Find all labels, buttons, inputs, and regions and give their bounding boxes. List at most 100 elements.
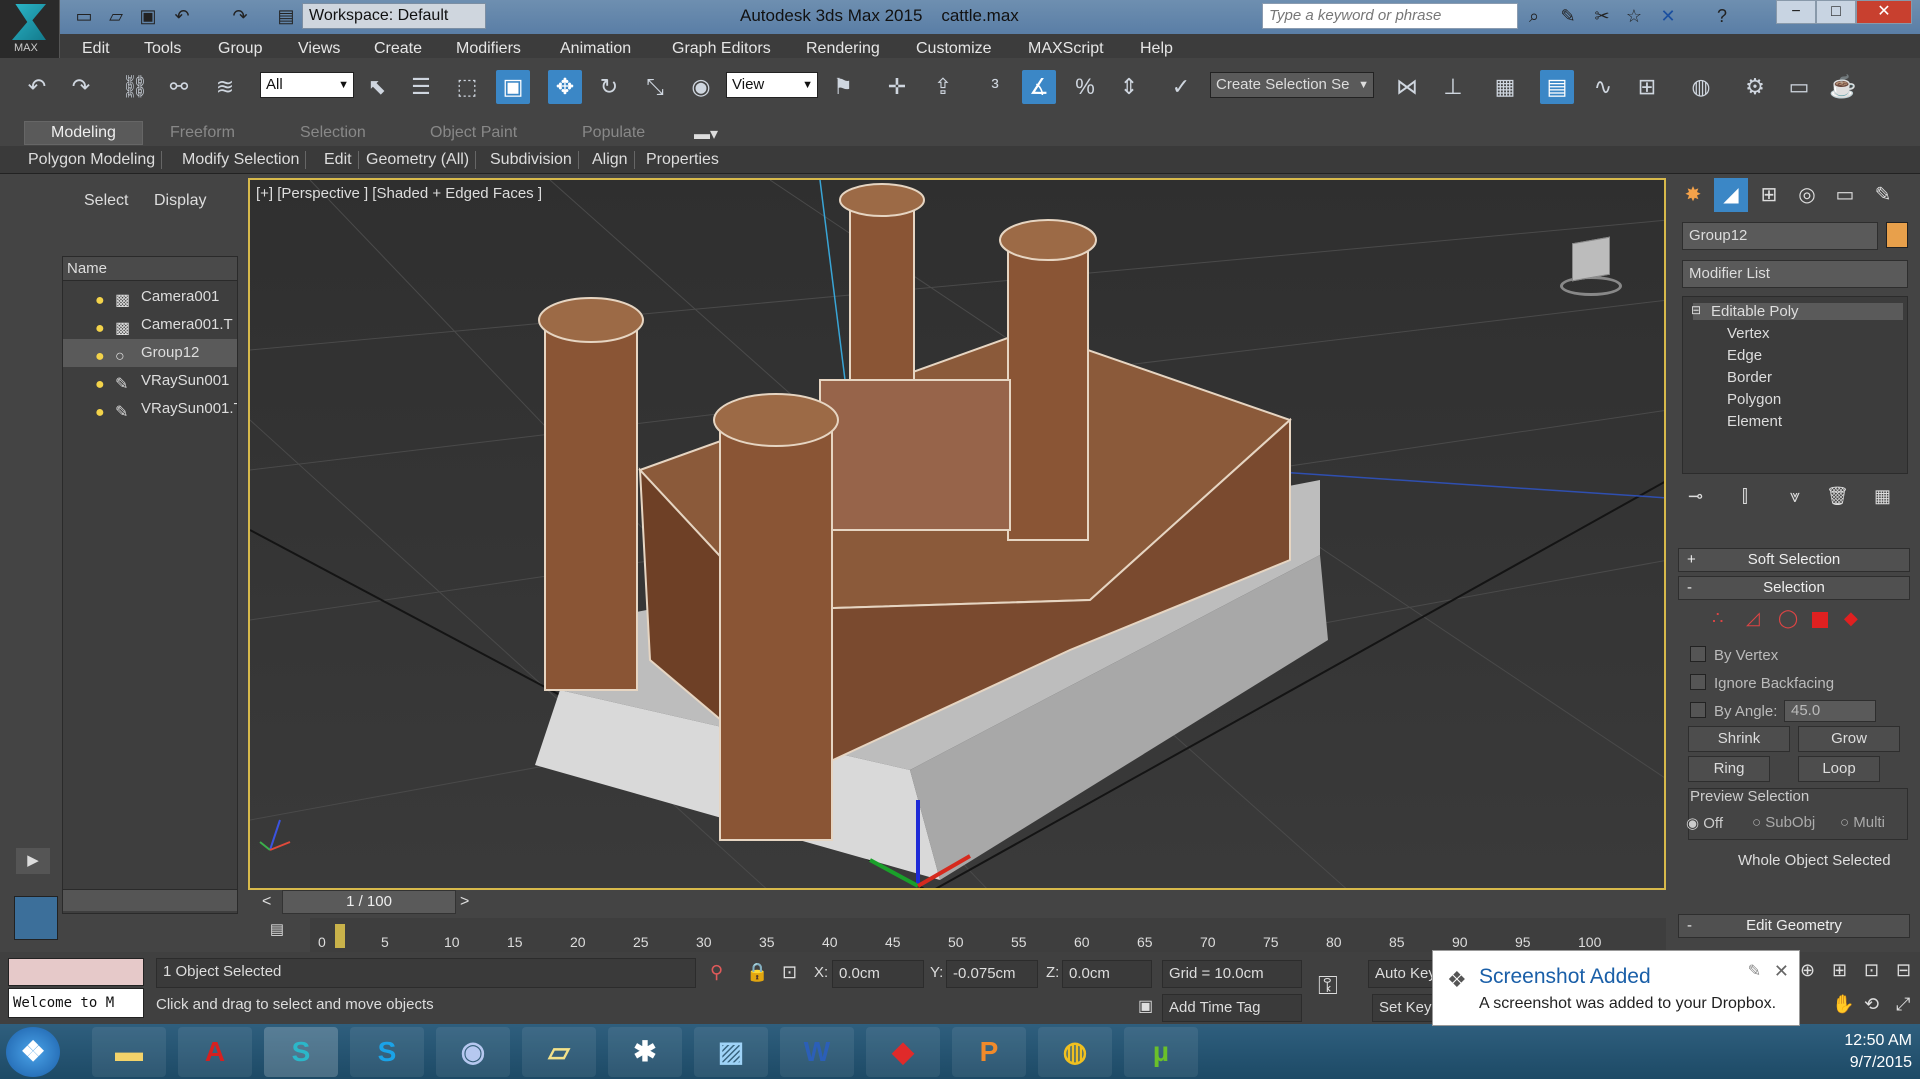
list-item[interactable]: ● ▩ Camera001	[63, 283, 237, 311]
loop-button[interactable]: Loop	[1798, 756, 1880, 782]
list-item[interactable]: ● ○ Group12	[63, 339, 237, 367]
layer-manager-icon[interactable]: ▦	[1488, 70, 1522, 104]
angle-snap-icon[interactable]: ∡	[1022, 70, 1056, 104]
preview-off-radio[interactable]: ◉ Off	[1686, 814, 1723, 832]
panel-geometry-all[interactable]: Geometry (All)	[366, 151, 477, 169]
snaps-toggle-icon[interactable]: ³	[978, 70, 1012, 104]
light-bulb-icon[interactable]: ●	[95, 371, 105, 395]
angle-value-field[interactable]: 45.0	[1784, 700, 1876, 722]
time-next-button[interactable]: >	[460, 893, 469, 911]
stack-editable-poly[interactable]: Editable Poly	[1693, 303, 1903, 320]
panel-edit[interactable]: Edit	[324, 151, 359, 169]
explorer-tab-select[interactable]: Select	[84, 192, 128, 210]
time-prev-button[interactable]: <	[262, 893, 271, 911]
light-bulb-icon[interactable]: ●	[95, 343, 105, 367]
preview-subobj-radio[interactable]: ○ SubObj	[1752, 814, 1815, 831]
file-explorer-icon[interactable]: ▬	[92, 1027, 166, 1077]
absolute-mode-icon[interactable]: ⊡	[782, 962, 797, 983]
render-production-icon[interactable]: ☕	[1826, 70, 1860, 104]
panel-polygon-modeling[interactable]: Polygon Modeling	[28, 151, 163, 169]
tab-object-paint[interactable]: Object Paint	[430, 124, 517, 142]
explorer-horizontal-scrollbar[interactable]	[63, 889, 237, 911]
time-cursor[interactable]	[335, 924, 345, 948]
select-and-move-icon[interactable]: ✥	[548, 70, 582, 104]
window-crossing-icon[interactable]: ▣	[496, 70, 530, 104]
project-folder-icon[interactable]: ▤	[274, 4, 298, 28]
make-unique-icon[interactable]: ⩔	[1790, 486, 1800, 507]
soft-selection-rollout[interactable]: + Soft Selection	[1678, 548, 1910, 572]
save-icon[interactable]: ▣	[136, 4, 160, 28]
menu-rendering[interactable]: Rendering	[806, 40, 880, 58]
cinema4d-icon[interactable]: ◉	[436, 1027, 510, 1077]
set-key-icon[interactable]: ⚿	[1318, 970, 1338, 1002]
undo-icon[interactable]: ↶	[170, 4, 194, 28]
menu-graph-editors[interactable]: Graph Editors	[672, 40, 771, 58]
spinner-snap-icon[interactable]: ⇕	[1112, 70, 1146, 104]
mini-curve-editor-icon[interactable]: ▤	[262, 920, 292, 948]
motion-tab-icon[interactable]: ◎	[1790, 178, 1824, 212]
unlink-icon[interactable]: ⚯	[162, 70, 196, 104]
menu-animation[interactable]: Animation	[560, 40, 631, 58]
object-color-swatch[interactable]	[1886, 222, 1908, 248]
light-bulb-icon[interactable]: ●	[95, 399, 105, 423]
ribbon-options-icon[interactable]: ▬▾	[694, 124, 718, 144]
rendered-frame-window-icon[interactable]: ▭	[1782, 70, 1816, 104]
render-setup-icon[interactable]: ⚙	[1738, 70, 1772, 104]
selection-rollout[interactable]: - Selection	[1678, 576, 1910, 600]
reference-coordinate-dropdown[interactable]: View	[726, 72, 818, 98]
skype-icon[interactable]: S	[350, 1027, 424, 1077]
menu-create[interactable]: Create	[374, 40, 422, 58]
exchange-icon[interactable]: ✕	[1656, 4, 1680, 28]
edit-geometry-rollout[interactable]: - Edit Geometry	[1678, 914, 1910, 938]
show-end-result-icon[interactable]: ⫿	[1742, 486, 1748, 507]
configure-modifier-sets-icon[interactable]: ▦	[1874, 486, 1891, 507]
preview-multi-radio[interactable]: ○ Multi	[1840, 814, 1885, 831]
selection-filter-dropdown[interactable]: All	[260, 72, 354, 98]
wrench-icon[interactable]: ✎	[1748, 961, 1761, 981]
modify-tab-icon[interactable]: ◢	[1714, 178, 1748, 212]
align-icon[interactable]: ⊥	[1436, 70, 1470, 104]
expand-arrow-icon[interactable]: ▶	[16, 848, 50, 874]
keyword-search-input[interactable]: Type a keyword or phrase	[1262, 3, 1518, 29]
close-button[interactable]: ✕	[1856, 0, 1912, 24]
menu-edit[interactable]: Edit	[82, 40, 110, 58]
manipulate-icon[interactable]: ✛	[880, 70, 914, 104]
stack-polygon[interactable]: Polygon	[1727, 391, 1781, 408]
schematic-view-icon[interactable]: ⊞	[1630, 70, 1664, 104]
chrome-icon[interactable]: ◍	[1038, 1027, 1112, 1077]
menu-tools[interactable]: Tools	[144, 40, 181, 58]
list-item[interactable]: ● ▩ Camera001.T	[63, 311, 237, 339]
maxscript-listener-pink[interactable]	[8, 958, 144, 986]
grow-button[interactable]: Grow	[1798, 726, 1900, 752]
by-vertex-checkbox[interactable]: By Vertex	[1690, 646, 1778, 664]
menu-modifiers[interactable]: Modifiers	[456, 40, 521, 58]
set-key-button[interactable]: Set Key	[1372, 994, 1438, 1022]
list-item[interactable]: ● ✎ VRaySun001.T	[63, 395, 237, 423]
lock-selection-icon[interactable]: 🔒	[746, 962, 768, 983]
binoculars-icon[interactable]: ⌕	[1522, 4, 1546, 28]
workspace-dropdown[interactable]: Workspace: Default	[302, 3, 486, 29]
explorer-tab-display[interactable]: Display	[154, 192, 206, 210]
border-mode-icon[interactable]: ◯	[1778, 608, 1798, 629]
menu-help[interactable]: Help	[1140, 40, 1173, 58]
open-file-icon[interactable]: ▱	[104, 4, 128, 28]
tab-populate[interactable]: Populate	[582, 124, 645, 142]
remove-modifier-icon[interactable]: 🗑	[1826, 486, 1849, 507]
character-app-icon[interactable]: ✱	[608, 1027, 682, 1077]
select-object-icon[interactable]: ⬉	[360, 70, 394, 104]
ring-button[interactable]: Ring	[1688, 756, 1770, 782]
sketchup-icon[interactable]: ◆	[866, 1027, 940, 1077]
zoom-all-icon[interactable]: ⊞	[1832, 960, 1847, 981]
material-editor-icon[interactable]: ◍	[1684, 70, 1718, 104]
new-file-icon[interactable]: ▭	[72, 4, 96, 28]
utorrent-icon[interactable]: µ	[1124, 1027, 1198, 1077]
tab-modeling[interactable]: Modeling	[24, 121, 143, 145]
by-angle-checkbox[interactable]: By Angle:	[1690, 702, 1777, 720]
select-and-rotate-icon[interactable]: ↻	[592, 70, 626, 104]
viewcube-icon[interactable]	[1548, 230, 1622, 300]
hierarchy-tab-icon[interactable]: ⊞	[1752, 178, 1786, 212]
polygon-mode-icon[interactable]	[1812, 612, 1828, 628]
bind-space-warp-icon[interactable]: ≋	[208, 70, 242, 104]
collapse-minus-icon[interactable]: ⊟	[1691, 303, 1701, 317]
time-tag-icon[interactable]: ▣	[1138, 996, 1153, 1016]
